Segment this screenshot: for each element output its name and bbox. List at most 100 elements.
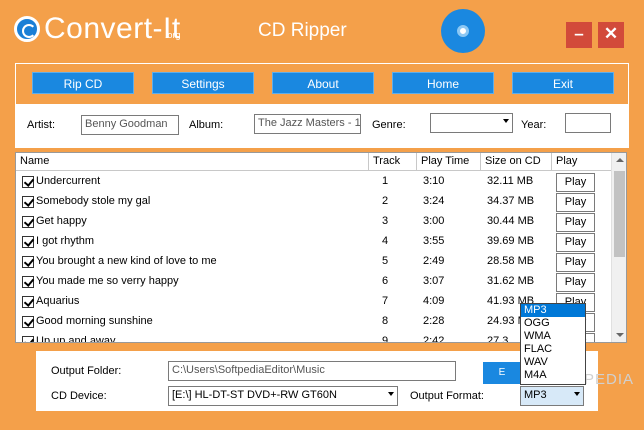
track-name: Somebody stole my gal [36,195,151,207]
play-button[interactable]: Play [556,233,595,252]
play-button[interactable]: Play [556,273,595,292]
table-row: Somebody stole my gal 2 3:24 34.37 MB Pl… [16,192,612,212]
track-name: You brought a new kind of love to me [36,255,217,267]
row-checkbox[interactable] [22,336,34,342]
play-button[interactable]: Play [556,193,595,212]
minimize-button[interactable]: – [566,22,592,48]
table-header: Name Track Play Time Size on CD Play [16,153,612,171]
track-number: 2 [382,195,389,207]
track-time: 2:28 [423,315,445,327]
track-size: 31.62 MB [487,275,535,287]
about-button[interactable]: About [272,72,374,94]
track-number: 8 [382,315,389,327]
year-label: Year: [521,119,547,131]
album-field[interactable]: The Jazz Masters - 10 [254,114,361,134]
track-size: 32.11 MB [487,175,534,187]
cd-device-label: CD Device: [51,390,107,402]
chevron-down-icon [503,119,509,123]
artist-field[interactable]: Benny Goodman [81,115,179,135]
scroll-down-icon[interactable] [616,333,624,337]
format-option-ogg[interactable]: OGG [521,317,585,330]
genre-select[interactable] [430,113,513,133]
track-name: Undercurrent [36,175,101,187]
output-folder-label: Output Folder: [51,365,122,377]
track-time: 3:55 [423,235,445,247]
track-size: 30.44 MB [487,215,535,227]
row-checkbox[interactable] [22,236,34,248]
play-button[interactable]: Play [556,213,595,232]
column-play[interactable]: Play [552,153,612,171]
play-button[interactable]: Play [556,253,595,272]
cd-device-value: [E:\] HL-DT-ST DVD+-RW GT60N [172,389,337,401]
track-name: Up up and away [36,335,116,343]
app-title: CD Ripper [258,20,347,41]
artist-label: Artist: [27,119,56,131]
exit-button[interactable]: Exit [512,72,614,94]
format-option-m4a[interactable]: M4A [521,369,585,382]
row-checkbox[interactable] [22,176,34,188]
track-number: 9 [382,335,389,343]
table-row: Get happy 3 3:00 30.44 MB Play [16,212,612,232]
format-option-wma[interactable]: WMA [521,330,585,343]
track-time: 3:07 [423,275,445,287]
table-row: Undercurrent 1 3:10 32.11 MB Play [16,172,612,192]
logo-text: Convert-It [44,12,181,45]
track-time: 4:09 [423,295,445,307]
format-dropdown: MP3 OGG WMA FLAC WAV M4A [520,303,586,385]
track-size: 34.37 MB [487,195,535,207]
track-number: 3 [382,215,389,227]
column-name[interactable]: Name [16,153,369,171]
close-button[interactable]: ✕ [598,22,624,48]
track-size: 28.58 MB [487,255,535,267]
album-info-panel: Artist: Benny Goodman Album: The Jazz Ma… [15,104,629,148]
year-field[interactable] [565,113,611,133]
row-checkbox[interactable] [22,216,34,228]
row-checkbox[interactable] [22,316,34,328]
track-number: 7 [382,295,389,307]
table-row: You brought a new kind of love to me 5 2… [16,252,612,272]
refresh-icon [14,16,40,42]
output-format-label: Output Format: [410,390,484,402]
column-play-time[interactable]: Play Time [417,153,481,171]
rip-cd-button[interactable]: Rip CD [32,72,134,94]
app-logo: Convert-It [14,12,181,54]
logo-suffix: .org [165,30,181,40]
column-size[interactable]: Size on CD [481,153,552,171]
convert-button[interactable]: E [483,362,521,384]
row-checkbox[interactable] [22,276,34,288]
track-number: 1 [382,175,389,187]
track-name: I got rhythm [36,235,95,247]
table-row: I got rhythm 4 3:55 39.69 MB Play [16,232,612,252]
row-checkbox[interactable] [22,256,34,268]
play-button[interactable]: Play [556,173,595,192]
format-option-wav[interactable]: WAV [521,356,585,369]
track-time: 3:10 [423,175,445,187]
format-option-mp3[interactable]: MP3 [521,304,585,317]
track-number: 4 [382,235,389,247]
nav-bar: Rip CD Settings About Home Exit [15,63,629,105]
settings-button[interactable]: Settings [152,72,254,94]
album-label: Album: [189,119,224,131]
row-checkbox[interactable] [22,196,34,208]
row-checkbox[interactable] [22,296,34,308]
scrollbar-thumb[interactable] [614,171,625,257]
track-name: Good morning sunshine [36,315,153,327]
cd-icon [441,9,485,53]
chevron-down-icon [574,392,580,396]
track-size: 39.69 MB [487,235,535,247]
output-format-value: MP3 [524,389,547,401]
column-track[interactable]: Track [369,153,417,171]
home-button[interactable]: Home [392,72,494,94]
track-number: 6 [382,275,389,287]
table-scrollbar[interactable] [611,153,626,342]
track-time: 2:42 [423,335,445,343]
chevron-down-icon [388,392,394,396]
scroll-up-icon[interactable] [616,158,624,162]
output-format-select[interactable]: MP3 [520,386,584,406]
format-option-flac[interactable]: FLAC [521,343,585,356]
cd-device-select[interactable]: [E:\] HL-DT-ST DVD+-RW GT60N [168,386,398,406]
track-size: 27.3 [487,335,509,343]
track-name: You made me so verry happy [36,275,179,287]
track-name: Aquarius [36,295,80,307]
output-folder-field[interactable]: C:\Users\SoftpediaEditor\Music [168,361,456,381]
